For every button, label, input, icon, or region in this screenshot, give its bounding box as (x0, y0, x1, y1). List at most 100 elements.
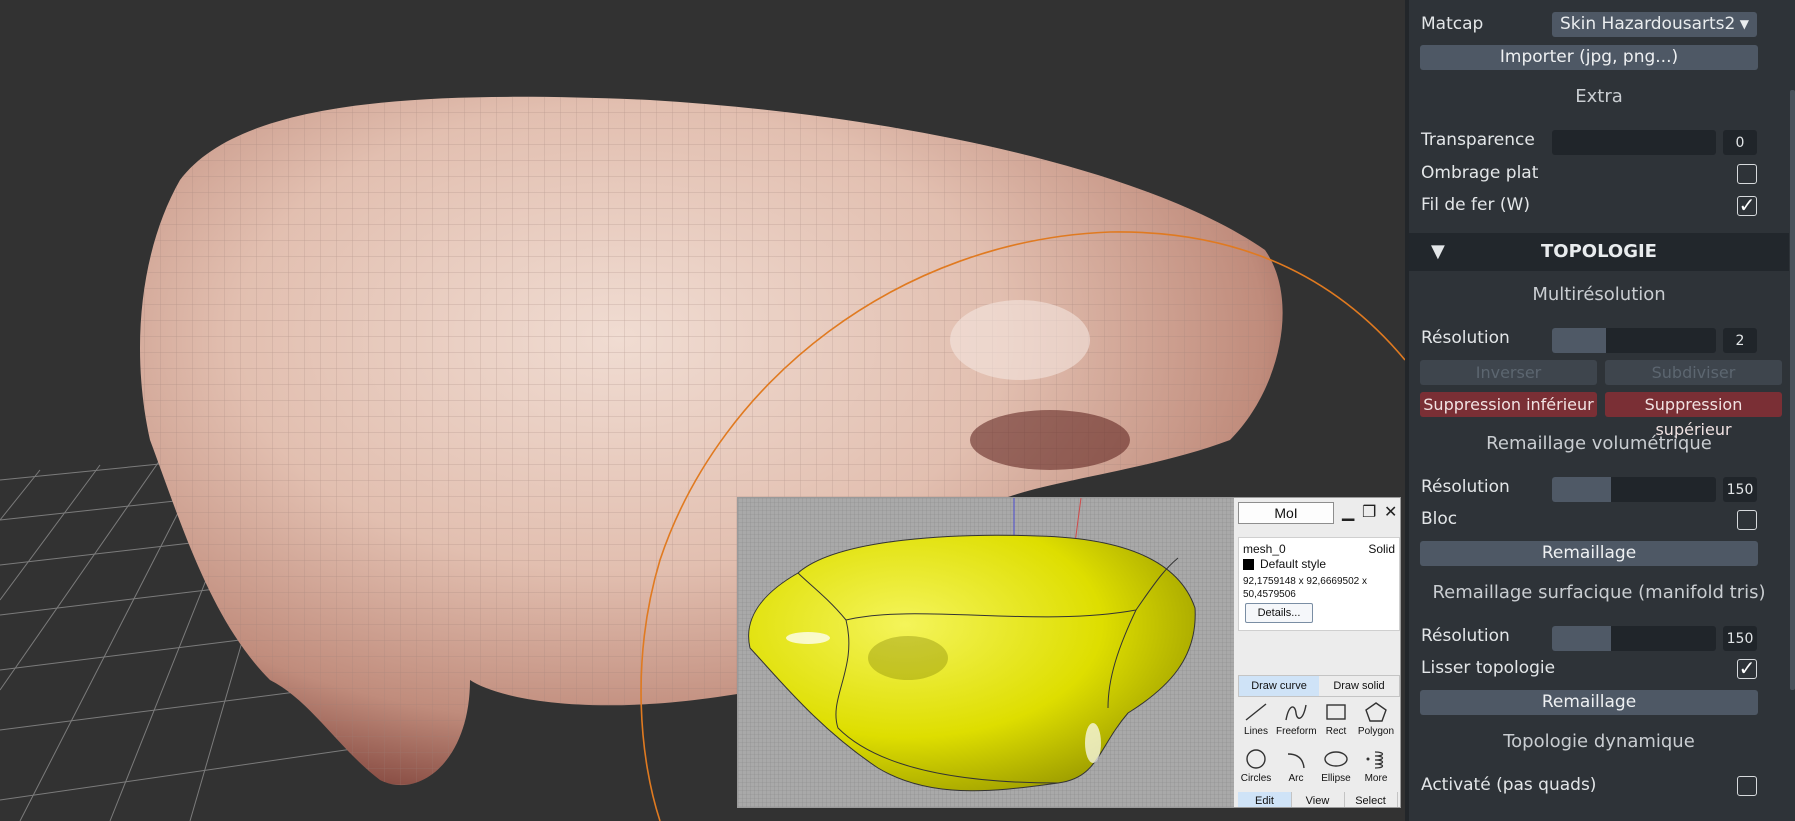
tool-polygon-label: Polygon (1357, 726, 1395, 737)
tool-more[interactable]: More (1356, 748, 1396, 790)
moi-viewport[interactable] (738, 498, 1234, 808)
import-matcap-button[interactable]: Importer (jpg, png...) (1420, 45, 1758, 70)
suppression-inferieur-button[interactable]: Suppression inférieur (1420, 392, 1597, 417)
tool-lines[interactable]: Lines (1236, 701, 1276, 743)
tool-rect-label: Rect (1325, 726, 1347, 737)
dynamic-active-label: Activaté (pas quads) (1421, 775, 1597, 795)
tab-draw-solid[interactable]: Draw solid (1319, 676, 1399, 696)
tab-edit[interactable]: Edit (1238, 792, 1292, 807)
draw-tabs: Draw curve Draw solid (1238, 675, 1400, 697)
moi-side-panel: MoI ▁ ❐ ✕ mesh_0 Solid Default style 92,… (1234, 498, 1400, 807)
suppression-superieur-button[interactable]: Suppression supérieur (1605, 392, 1782, 439)
matcap-label: Matcap (1421, 14, 1484, 34)
surface-resolution-row: Résolution 150 (1409, 622, 1789, 652)
moi-viewport-canvas[interactable] (738, 498, 1234, 808)
tool-ellipse[interactable]: Ellipse (1316, 748, 1356, 790)
bottom-tabs: Edit View Select (1238, 792, 1398, 807)
tool-freeform[interactable]: Freeform (1276, 701, 1317, 743)
dynamic-active-checkbox[interactable] (1737, 776, 1757, 796)
polygon-icon (1365, 702, 1387, 722)
tool-rect[interactable]: Rect (1316, 701, 1356, 743)
dynamic-heading: Topologie dynamique (1503, 731, 1695, 752)
multires-slider-fill (1552, 328, 1607, 353)
moi-window[interactable]: MoI ▁ ❐ ✕ mesh_0 Solid Default style 92,… (737, 497, 1401, 808)
display-mode[interactable]: Solid (1368, 542, 1395, 556)
tool-arc-label: Arc (1288, 773, 1304, 784)
panel-scrollbar[interactable] (1790, 90, 1795, 690)
chevron-down-icon: ▼ (1739, 17, 1749, 31)
wireframe-label: Fil de fer (W) (1421, 195, 1530, 215)
tab-draw-curve[interactable]: Draw curve (1239, 676, 1319, 696)
circle-icon (1246, 749, 1266, 769)
volumetric-resolution-label: Résolution (1421, 477, 1510, 497)
ombrage-checkbox[interactable] (1737, 164, 1757, 184)
transparence-slider[interactable] (1552, 130, 1716, 155)
tool-lines-label: Lines (1244, 726, 1268, 737)
transparence-value[interactable]: 0 (1723, 130, 1757, 155)
wireframe-checkbox[interactable]: ✓ (1737, 195, 1757, 216)
rect-icon (1326, 704, 1346, 720)
style-name[interactable]: Default style (1260, 557, 1326, 571)
smooth-topology-row: Lisser topologie ✓ (1409, 654, 1789, 684)
surface-resolution-slider[interactable] (1552, 626, 1716, 651)
matcap-value: Skin Hazardousarts2 (1560, 14, 1736, 34)
multires-heading: Multirésolution (1532, 284, 1666, 305)
volumetric-heading: Remaillage volumétrique (1486, 433, 1712, 454)
dynamic-active-row: Activaté (pas quads) (1409, 771, 1789, 801)
tool-freeform-label: Freeform (1276, 726, 1317, 737)
matcap-select[interactable]: Skin Hazardousarts2 ▼ (1552, 12, 1757, 37)
close-icon[interactable]: ✕ (1384, 502, 1397, 522)
ellipse-icon (1324, 751, 1348, 767)
details-button[interactable]: Details... (1245, 603, 1313, 623)
moi-title: MoI (1238, 502, 1334, 524)
volumetric-remesh-button[interactable]: Remaillage (1420, 541, 1758, 566)
tool-circles-label: Circles (1240, 773, 1272, 784)
multires-resolution-value[interactable]: 2 (1723, 328, 1757, 353)
tool-circles[interactable]: Circles (1236, 748, 1276, 790)
surface-heading: Remaillage surfacique (manifold tris) (1432, 582, 1766, 603)
freeform-icon (1285, 704, 1307, 721)
inverser-button[interactable]: Inverser (1420, 360, 1597, 385)
multires-resolution-label: Résolution (1421, 328, 1510, 348)
line-icon (1245, 703, 1267, 721)
bloc-label: Bloc (1421, 509, 1458, 529)
volumetric-slider-fill (1552, 477, 1612, 502)
tool-ellipse-label: Ellipse (1321, 773, 1351, 784)
surface-remesh-button[interactable]: Remaillage (1420, 690, 1758, 715)
subdiviser-button[interactable]: Subdiviser (1605, 360, 1782, 385)
restore-icon[interactable]: ❐ (1362, 502, 1376, 522)
object-name: mesh_0 (1243, 542, 1286, 556)
wireframe-row: Fil de fer (W) ✓ (1409, 191, 1789, 221)
topologie-title: TOPOLOGIE (1541, 241, 1657, 262)
settings-panel: Matcap Skin Hazardousarts2 ▼ Importer (j… (1405, 0, 1795, 821)
volumetric-resolution-row: Résolution 150 (1409, 473, 1789, 503)
smooth-topology-label: Lisser topologie (1421, 658, 1556, 678)
transparence-row: Transparence 0 (1409, 126, 1789, 156)
object-dimensions: 92,1759148 x 92,6669502 x 50,4579506 (1243, 576, 1367, 600)
extra-heading: Extra (1575, 86, 1623, 107)
ombrage-row: Ombrage plat (1409, 159, 1789, 189)
ombrage-label: Ombrage plat (1421, 163, 1539, 183)
bloc-checkbox[interactable] (1737, 510, 1757, 530)
properties-box: mesh_0 Solid Default style 92,1759148 x … (1238, 537, 1400, 631)
multires-resolution-slider[interactable] (1552, 328, 1716, 353)
tool-arc[interactable]: Arc (1276, 748, 1316, 790)
multires-resolution-row: Résolution 2 (1409, 324, 1789, 354)
surface-resolution-label: Résolution (1421, 626, 1510, 646)
tool-more-label: More (1364, 773, 1388, 784)
transparence-label: Transparence (1421, 130, 1535, 150)
topologie-section-header[interactable]: ▼ TOPOLOGIE (1409, 233, 1789, 271)
surface-resolution-value[interactable]: 150 (1723, 626, 1757, 651)
minimize-icon[interactable]: ▁ (1342, 502, 1354, 522)
helix-icon (1366, 751, 1384, 769)
bloc-row: Bloc (1409, 505, 1789, 535)
tab-view[interactable]: View (1291, 792, 1345, 807)
tab-select[interactable]: Select (1344, 792, 1398, 807)
volumetric-resolution-slider[interactable] (1552, 477, 1716, 502)
arc-icon (1287, 753, 1305, 769)
smooth-topology-checkbox[interactable]: ✓ (1737, 658, 1757, 679)
surface-slider-fill (1552, 626, 1612, 651)
volumetric-resolution-value[interactable]: 150 (1723, 477, 1757, 502)
style-swatch (1243, 559, 1254, 570)
tool-polygon[interactable]: Polygon (1356, 701, 1396, 743)
